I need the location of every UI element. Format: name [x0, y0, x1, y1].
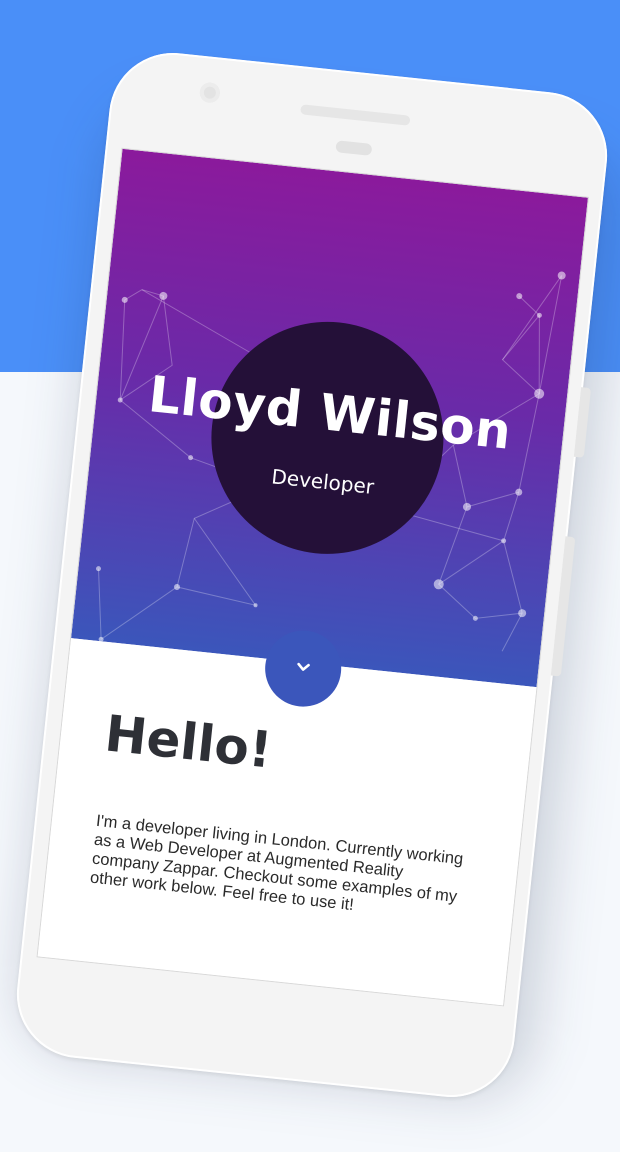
chevron-down-icon	[264, 653, 342, 682]
phone-sensor	[335, 140, 373, 156]
intro-heading: Hello!	[102, 704, 275, 780]
hero-section: Lloyd Wilson Developer	[71, 148, 588, 688]
phone-screen: Lloyd Wilson Developer Hello! I'm a deve…	[36, 147, 590, 1007]
phone-mockup: Lloyd Wilson Developer Hello! I'm a deve…	[10, 46, 614, 1104]
intro-paragraph: I'm a developer living in London. Curren…	[89, 811, 465, 915]
phone-camera	[198, 81, 221, 104]
phone-speaker	[300, 104, 411, 126]
